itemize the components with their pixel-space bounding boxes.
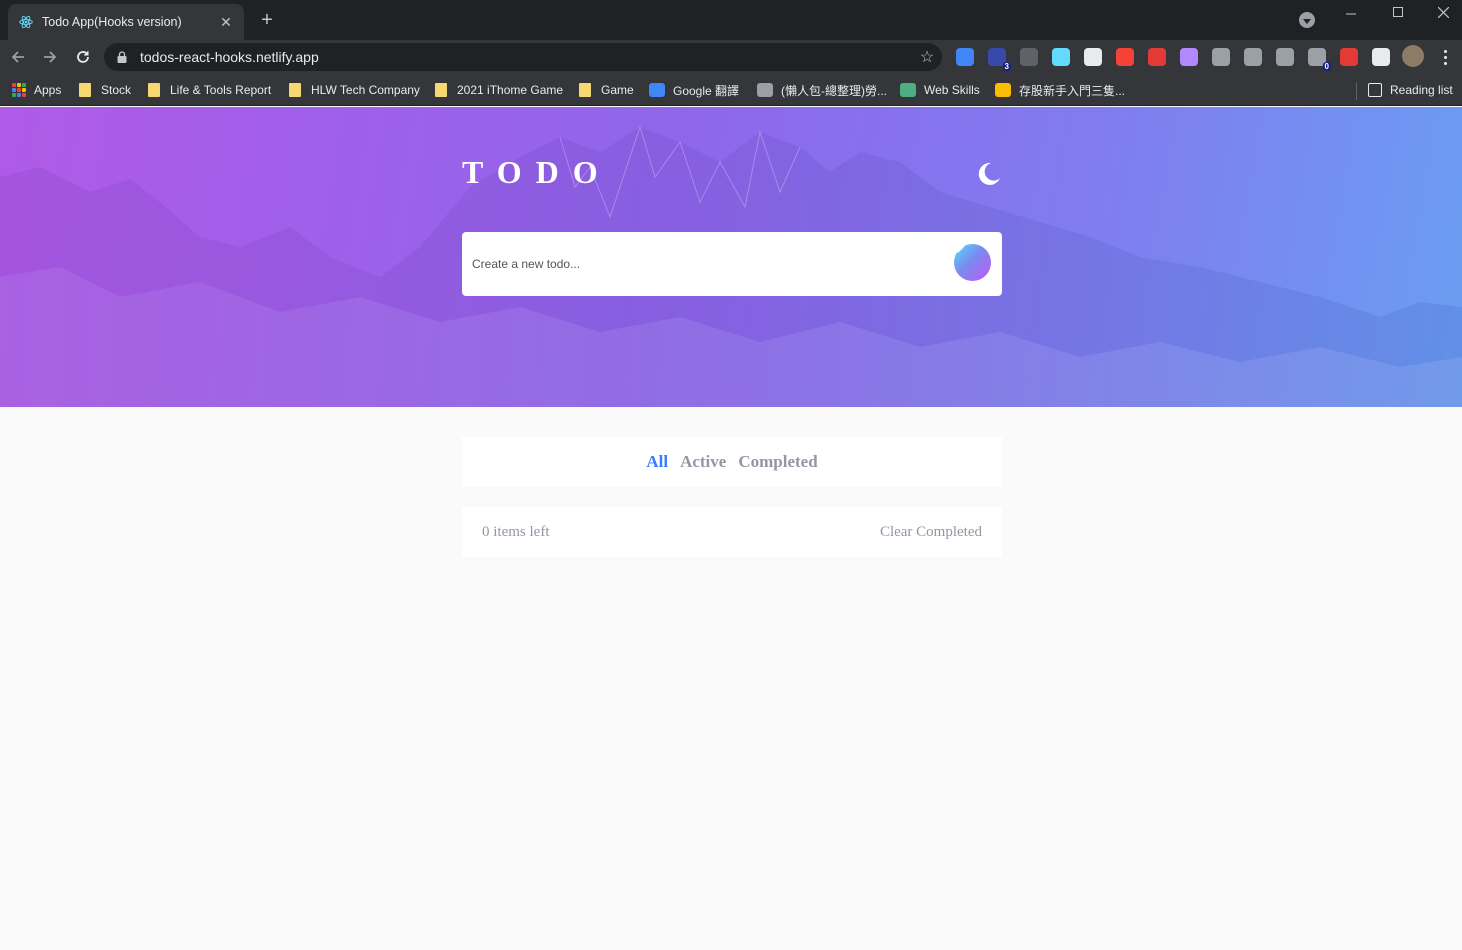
drive-icon: [995, 83, 1011, 97]
todo-footer: 0 items left Clear Completed: [462, 507, 1002, 557]
s-icon[interactable]: [1148, 48, 1166, 66]
google-translate-icon: [649, 83, 665, 97]
bookmark-item[interactable]: HLW Tech Company: [289, 80, 420, 100]
folder-icon: [579, 83, 591, 97]
bookmark-label: HLW Tech Company: [311, 83, 420, 97]
bookmark-item[interactable]: 存股新手入門三隻...: [995, 80, 1125, 100]
reading-list-icon: [1368, 83, 1382, 97]
bookmark-label: Apps: [34, 83, 62, 97]
address-bar[interactable]: todos-react-hooks.netlify.app ☆: [104, 43, 942, 71]
brush-icon[interactable]: [1180, 48, 1198, 66]
tab-title: Todo App(Hooks version): [42, 15, 182, 29]
bookmark-item[interactable]: 2021 iThome Game: [435, 80, 563, 100]
add-todo-button[interactable]: [954, 244, 991, 281]
check-icon[interactable]: [1244, 48, 1262, 66]
bookmark-item[interactable]: Apps: [12, 80, 61, 100]
bookmark-label: Google 翻譯: [673, 83, 740, 98]
filter-active[interactable]: Active: [680, 452, 726, 472]
bookmark-item[interactable]: Google 翻譯: [649, 80, 739, 100]
window-close-icon[interactable]: [1420, 2, 1462, 22]
extension-badge: 0: [1322, 62, 1331, 71]
check-icon: [954, 244, 965, 253]
folder-icon: [148, 83, 160, 97]
google-translate-icon[interactable]: [956, 48, 974, 66]
browser-tab-strip: Todo App(Hooks version) ✕ +: [0, 0, 1462, 40]
bookmark-label: Stock: [101, 83, 132, 97]
react-icon[interactable]: [1052, 48, 1070, 66]
filter-bar: All Active Completed: [462, 437, 1002, 487]
extension-badge: 3: [1002, 62, 1011, 71]
back-arrow-icon[interactable]: [6, 45, 30, 69]
adblock-icon[interactable]: [1116, 48, 1134, 66]
bird-icon: [757, 83, 773, 97]
filter-all[interactable]: All: [646, 452, 668, 472]
close-icon[interactable]: ✕: [218, 14, 234, 30]
folder-icon: [435, 83, 447, 97]
bookmarks-divider: [1356, 82, 1357, 100]
lock-icon: [116, 50, 128, 64]
cloud-icon: [900, 83, 916, 97]
bookmark-label: (懶人包-總整理)勞...: [781, 83, 887, 98]
reading-list-label: Reading list: [1390, 83, 1453, 97]
counter-icon[interactable]: 0: [1308, 48, 1331, 71]
translate-icon[interactable]: [1084, 48, 1102, 66]
folder-icon: [289, 83, 301, 97]
new-tab-button[interactable]: +: [256, 9, 278, 31]
tab-search-icon[interactable]: [1299, 12, 1315, 28]
browser-tab[interactable]: Todo App(Hooks version) ✕: [8, 4, 244, 40]
items-left-count: 0 items left: [482, 523, 550, 540]
puzzle-icon[interactable]: [1372, 48, 1390, 66]
maximize-icon[interactable]: [1375, 2, 1421, 22]
window-icon[interactable]: [1276, 48, 1294, 66]
bookmark-item[interactable]: Life & Tools Report: [148, 80, 271, 100]
bookmarks-bar: Apps Stock Life & Tools Report HLW Tech Com…: [0, 74, 1462, 106]
url-text: todos-react-hooks.netlify.app: [140, 49, 319, 65]
chrome-menu-icon[interactable]: [1438, 46, 1452, 68]
bookmark-item[interactable]: (懶人包-總整理)勞...: [757, 80, 887, 100]
bookmark-item[interactable]: Game: [579, 80, 634, 100]
reading-list-button[interactable]: Reading list: [1368, 80, 1453, 100]
profile-avatar[interactable]: [1402, 45, 1424, 67]
bookmark-label: 2021 iThome Game: [457, 83, 564, 97]
moon-icon[interactable]: [974, 160, 1002, 188]
camera-icon[interactable]: [1212, 48, 1230, 66]
reload-icon[interactable]: [71, 45, 95, 69]
new-todo-form: [462, 232, 1002, 296]
forward-arrow-icon[interactable]: [38, 45, 62, 69]
bookmark-label: Life & Tools Report: [170, 83, 272, 97]
bookmark-label: Web Skills: [924, 83, 980, 97]
bookmark-label: Game: [601, 83, 634, 97]
bookmark-item[interactable]: Stock: [79, 80, 131, 100]
grid-icon[interactable]: [1340, 48, 1358, 66]
react-icon: [18, 14, 34, 30]
clear-completed-button[interactable]: Clear Completed: [880, 524, 982, 541]
app-title: TODO: [462, 154, 612, 190]
bookmark-star-icon[interactable]: ☆: [912, 47, 942, 67]
minimize-icon[interactable]: [1328, 2, 1374, 22]
hero-banner: TODO: [0, 107, 1462, 407]
apps-grid-icon: [12, 83, 26, 97]
cube-icon[interactable]: 3: [988, 48, 1011, 71]
vue-icon[interactable]: [1020, 48, 1038, 66]
browser-toolbar: todos-react-hooks.netlify.app ☆ 3 0: [0, 40, 1462, 74]
new-todo-input[interactable]: [472, 257, 942, 271]
filter-completed[interactable]: Completed: [738, 452, 817, 472]
folder-icon: [79, 83, 91, 97]
bookmark-item[interactable]: Web Skills: [900, 80, 980, 100]
bookmark-label: 存股新手入門三隻...: [1019, 83, 1126, 98]
